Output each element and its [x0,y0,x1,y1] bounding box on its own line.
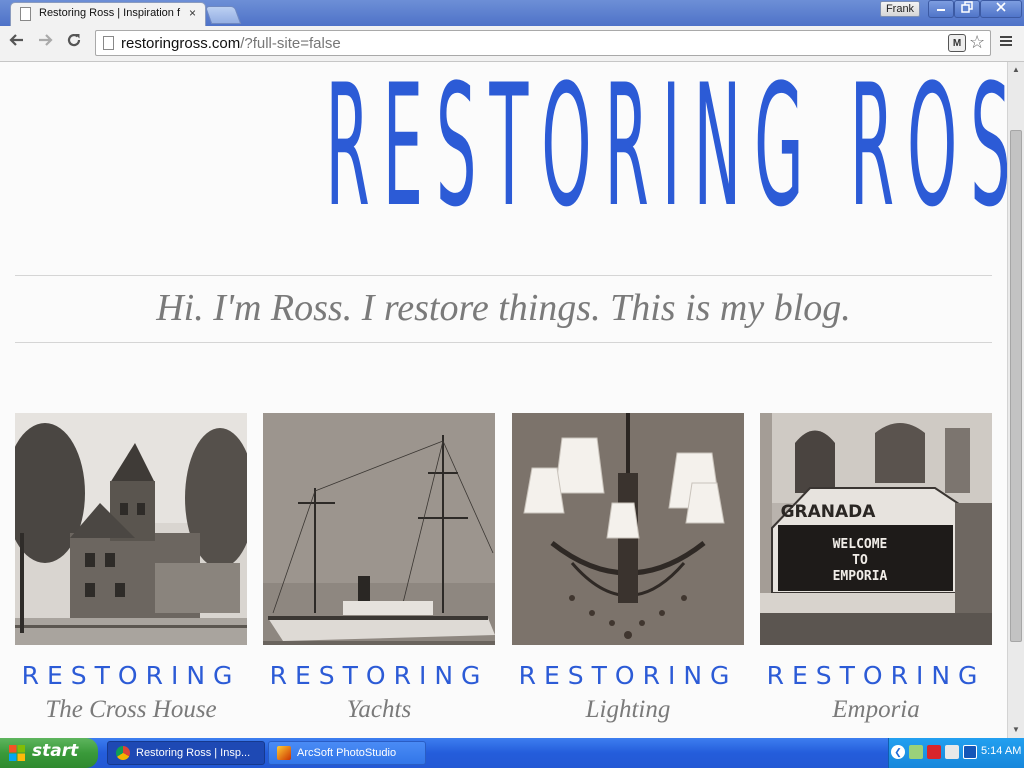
taskbar-clock[interactable]: 5:14 AM [981,745,1021,757]
close-window-button[interactable] [980,0,1022,18]
granada-theater-photo[interactable]: GRANADA WELCOME TO EMPORIA [760,413,992,645]
back-arrow-icon [9,34,23,46]
windows-logo-icon [9,745,25,761]
windows-taskbar: start Restoring Ross | Insp... ArcSoft P… [0,738,1024,768]
back-button[interactable] [6,31,28,53]
browser-tab-active[interactable]: Restoring Ross | Inspiration f × [10,2,206,26]
yacht-photo[interactable] [263,413,495,645]
marquee-line-1: WELCOME [833,537,888,552]
new-tab-button[interactable] [204,6,242,24]
bookmark-star-icon[interactable]: ☆ [969,32,985,53]
security-shield-icon[interactable] [927,745,941,759]
restore-icon [961,1,973,13]
card-label[interactable]: RESTORING [502,661,754,690]
divider-bottom [15,342,992,343]
divider-top [15,275,992,276]
system-tray: ❮ 5:14 AM [888,738,1024,768]
close-icon [996,2,1006,12]
tagline: Hi. I'm Ross. I restore things. This is … [156,287,851,329]
card-label[interactable]: RESTORING [750,661,1002,690]
start-button[interactable]: start [0,738,98,768]
scroll-up-arrow-icon[interactable]: ▲ [1008,62,1024,78]
marquee-line-3: EMPORIA [833,569,888,584]
monitor-icon[interactable] [963,745,977,759]
category-card-cross-house[interactable]: RESTORING The Cross House [15,413,247,723]
cross-house-photo[interactable] [15,413,247,645]
window-titlebar: Restoring Ross | Inspiration f × Frank [0,0,1024,26]
card-subtitle[interactable]: Emporia [750,696,1002,724]
minimize-icon [937,9,945,11]
page-viewport: RESTORING ROSS Hi. I'm Ross. I restore t… [0,62,1007,738]
network-icon[interactable] [945,745,959,759]
chandelier-photo[interactable] [512,413,744,645]
vertical-scrollbar[interactable]: ▲ ▼ [1007,62,1024,738]
card-subtitle[interactable]: The Cross House [5,696,257,724]
url-text: restoringross.com/?full-site=false [121,35,341,52]
start-label: start [32,741,79,761]
extension-icon[interactable]: M [948,34,966,52]
safely-remove-hardware-icon[interactable] [909,745,923,759]
address-bar[interactable]: restoringross.com/?full-site=false M ☆ [95,30,991,56]
restore-button[interactable] [954,0,980,18]
forward-arrow-icon [39,34,53,46]
scrollbar-thumb[interactable] [1010,130,1022,642]
category-card-emporia[interactable]: GRANADA WELCOME TO EMPORIA RESTORING Emp… [760,413,992,723]
url-host: restoringross.com [121,35,241,52]
taskbar-item-label: ArcSoft PhotoStudio [297,747,397,759]
tab-title: Restoring Ross | Inspiration f [39,7,181,19]
reload-button[interactable] [63,31,85,53]
taskbar-item-label: Restoring Ross | Insp... [136,747,251,759]
taskbar-item-chrome[interactable]: Restoring Ross | Insp... [107,741,265,765]
category-card-lighting[interactable]: RESTORING Lighting [512,413,744,723]
page-icon [103,36,114,50]
page-favicon-icon [20,7,31,21]
card-label[interactable]: RESTORING [5,661,257,690]
chrome-icon [116,746,130,760]
site-title[interactable]: RESTORING ROSS [312,62,1007,246]
marquee-line-2: TO [852,553,868,568]
card-label[interactable]: RESTORING [253,661,505,690]
scroll-down-arrow-icon[interactable]: ▼ [1008,722,1024,738]
photostudio-icon [277,746,291,760]
browser-toolbar: restoringross.com/?full-site=false M ☆ [0,26,1024,62]
url-path: /?full-site=false [240,35,341,52]
category-card-yachts[interactable]: RESTORING Yachts [263,413,495,723]
card-subtitle[interactable]: Lighting [502,696,754,724]
profile-badge[interactable]: Frank [880,1,920,17]
tray-expand-icon[interactable]: ❮ [891,745,905,759]
chrome-menu-icon[interactable] [998,33,1014,54]
reload-icon [67,33,81,47]
marquee-name: GRANADA [781,502,877,522]
tab-close-icon[interactable]: × [189,6,196,20]
card-subtitle[interactable]: Yachts [253,696,505,724]
forward-button[interactable] [34,31,56,53]
taskbar-item-arcsoft[interactable]: ArcSoft PhotoStudio [268,741,426,765]
minimize-button[interactable] [928,0,954,18]
